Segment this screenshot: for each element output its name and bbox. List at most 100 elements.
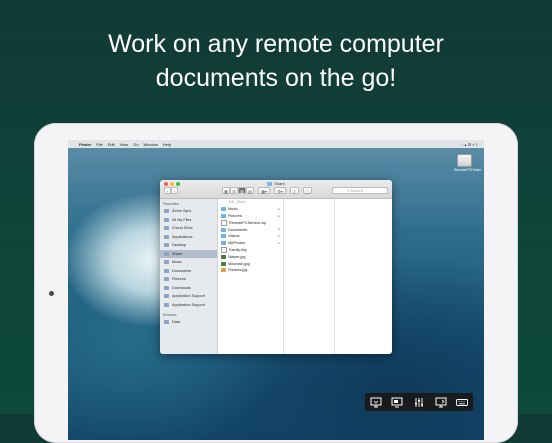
cloud-icon — [164, 226, 169, 231]
desktop-drive-label: RemotePCFolder — [454, 168, 482, 172]
disclosure-arrow-icon: ▸ — [278, 206, 280, 211]
headline-line-1: Work on any remote computer — [108, 30, 444, 58]
sidebar-item-pictures[interactable]: Pictures — [160, 275, 217, 284]
sidebar-item-icloud-drive[interactable]: iCloud Drive — [160, 224, 217, 233]
icon-view-button[interactable]: ▦ — [222, 187, 230, 194]
menu-finder[interactable]: Finder — [79, 142, 91, 147]
disclosure-arrow-icon: ▸ — [278, 240, 280, 245]
file-name: Pictures — [228, 213, 242, 218]
search-input[interactable]: ⌕ Search — [332, 187, 388, 194]
file-row[interactable]: Music ▸ — [218, 206, 283, 213]
finder-titlebar[interactable]: Share ‹ › ▦ ☰ ▥ ▤ ▦▾ ⚙▾ ⇧ ◯ ⌕ Search — [160, 180, 392, 199]
finder-sidebar: Favorites iDrive-Sync All My Files iClou… — [160, 199, 218, 354]
remote-desktop-screen[interactable]: Finder File Edit View Go Window Help ◦ ▴… — [68, 140, 484, 440]
ipad-frame: Finder File Edit View Go Window Help ◦ ▴… — [34, 123, 518, 443]
sidebar-item-label: Documents — [172, 268, 192, 273]
window-title: Share — [160, 181, 392, 186]
file-name: Videos — [228, 234, 240, 239]
arrange-button[interactable]: ▦▾ — [258, 187, 270, 194]
file-row[interactable]: MyPhotos ▸ — [218, 240, 283, 247]
search-placeholder: Search — [350, 188, 364, 193]
tags-button[interactable]: ◯ — [303, 187, 312, 194]
folder-icon — [221, 234, 226, 239]
file-icon — [221, 200, 226, 204]
applications-icon — [164, 234, 169, 239]
sidebar-item-data[interactable]: Data — [160, 318, 217, 327]
file-name: Flowers.jpg — [228, 268, 248, 273]
action-button[interactable]: ⚙▾ — [274, 187, 286, 194]
camera-icon — [164, 277, 169, 282]
desktop-drive-icon[interactable]: RemotePCFolder — [454, 154, 482, 172]
file-row[interactable]: RemotePCService.zip — [218, 219, 283, 226]
share-button[interactable]: ⇧ — [290, 187, 299, 194]
menu-edit[interactable]: Edit — [108, 142, 115, 147]
screen-share-icon[interactable] — [368, 396, 383, 408]
menu-go[interactable]: Go — [133, 142, 138, 147]
file-row[interactable]: Mountain.jpg — [218, 260, 283, 267]
disclosure-arrow-icon: ▸ — [278, 213, 280, 218]
sidebar-item-documents[interactable]: Documents — [160, 267, 217, 276]
image-icon — [221, 254, 226, 259]
sidebar-item-label: All My Files — [172, 217, 192, 222]
menu-help[interactable]: Help — [163, 142, 171, 147]
finder-window: Share ‹ › ▦ ☰ ▥ ▤ ▦▾ ⚙▾ ⇧ ◯ ⌕ Search Fav… — [160, 180, 392, 354]
back-button[interactable]: ‹ — [164, 187, 171, 194]
column-view-button[interactable]: ▥ — [238, 187, 246, 194]
desktop-icon — [164, 243, 169, 248]
sliders-icon[interactable] — [411, 396, 426, 408]
files-icon — [164, 217, 169, 222]
file-name: Family.tiriy — [229, 247, 247, 252]
favorites-heading: Favorites — [163, 202, 179, 206]
file-row[interactable]: Documents ▸ — [218, 226, 283, 233]
sidebar-item-share[interactable]: Share — [160, 249, 217, 258]
folder-icon — [164, 209, 169, 214]
file-row[interactable]: Family.tiriy — [218, 246, 283, 254]
forward-button[interactable]: › — [171, 187, 178, 194]
display-settings-icon[interactable] — [390, 396, 405, 408]
sidebar-item-idrive-sync[interactable]: iDrive-Sync — [160, 207, 217, 216]
sidebar-item-label: Application Support — [172, 294, 205, 299]
menu-window[interactable]: Window — [144, 142, 158, 147]
file-name: RemotePCService.zip — [229, 220, 267, 225]
file-row[interactable]: Pictures ▸ — [218, 213, 283, 220]
window-title-text: Share — [274, 181, 285, 186]
sidebar-item-label: Data — [172, 320, 181, 325]
list-view-button[interactable]: ☰ — [230, 187, 238, 194]
empty-column — [284, 199, 335, 354]
cover-flow-button[interactable]: ▤ — [246, 187, 254, 194]
download-icon — [164, 285, 169, 290]
sidebar-item-label: Application Support — [172, 302, 205, 307]
file-name: .DS_Store — [228, 200, 246, 205]
file-row[interactable]: Videos ▸ — [218, 233, 283, 240]
sidebar-item-label: Desktop — [172, 243, 186, 248]
switch-monitor-icon[interactable] — [433, 396, 448, 408]
file-icon — [221, 219, 227, 226]
folder-icon — [221, 213, 226, 218]
file-name: MyPhotos — [228, 241, 245, 246]
remote-toolbar — [365, 393, 473, 411]
status-icons[interactable]: ◦ ▴ ☰ ⌕ ≡ — [462, 142, 478, 147]
menu-file[interactable]: File — [96, 142, 102, 147]
sidebar-item-applications[interactable]: Applications — [160, 233, 217, 242]
sidebar-item-desktop[interactable]: Desktop — [160, 241, 217, 250]
sidebar-item-downloads[interactable]: Downloads — [160, 284, 217, 293]
folder-icon — [164, 302, 169, 307]
file-row[interactable]: Flowers.jpg — [218, 267, 283, 274]
sidebar-item-all-my-files[interactable]: All My Files — [160, 216, 217, 225]
devices-heading: Devices — [163, 313, 177, 317]
folder-icon — [164, 294, 169, 299]
keyboard-icon[interactable] — [455, 396, 470, 408]
file-row[interactable]: Nature.jpg — [218, 253, 283, 260]
drive-icon — [456, 154, 472, 167]
headline-line-2: documents on the go! — [155, 64, 397, 92]
disclosure-arrow-icon: ▸ — [278, 227, 280, 232]
sidebar-item-music[interactable]: Music — [160, 258, 217, 267]
drive-icon — [164, 320, 169, 325]
sidebar-item-application-support[interactable]: Application Support — [160, 292, 217, 301]
sidebar-item-application-support-2[interactable]: Application Support — [160, 301, 217, 310]
menu-view[interactable]: View — [120, 142, 129, 147]
file-row[interactable]: .DS_Store — [218, 199, 283, 206]
folder-icon — [221, 207, 226, 212]
sidebar-item-label: Share — [172, 251, 183, 256]
folder-icon — [267, 182, 273, 186]
